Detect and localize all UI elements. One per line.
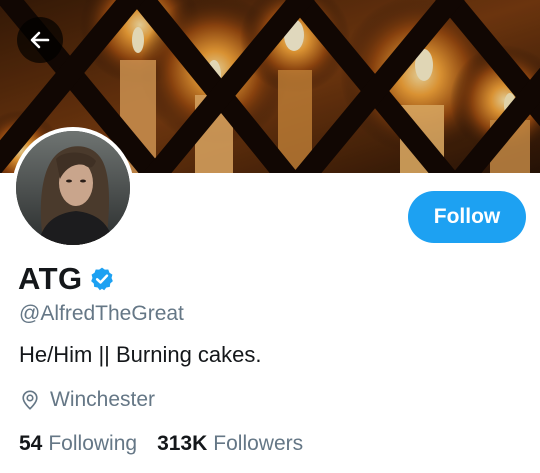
- followers-link[interactable]: 313K Followers: [157, 432, 303, 456]
- follow-stats: 54 Following 313K Followers: [19, 432, 323, 456]
- user-handle: @AlfredTheGreat: [19, 302, 184, 325]
- following-count: 54: [19, 432, 43, 455]
- location-pin-icon: [19, 389, 41, 411]
- location-text: Winchester: [50, 388, 156, 411]
- arrow-left-icon: [30, 31, 50, 49]
- followers-label: Followers: [213, 432, 304, 455]
- avatar-image: [16, 131, 130, 245]
- display-name-row: ATG: [18, 259, 115, 299]
- avatar[interactable]: [12, 127, 134, 249]
- followers-count: 313K: [157, 432, 208, 455]
- following-link[interactable]: 54 Following: [19, 432, 137, 456]
- display-name: ATG: [18, 261, 83, 296]
- profile-page: Follow ATG @AlfredTheGreat He/Him || Bur…: [0, 0, 540, 473]
- profile-location: Winchester: [19, 388, 155, 412]
- verified-badge-icon: [89, 266, 115, 292]
- back-button[interactable]: [17, 17, 63, 63]
- profile-bio: He/Him || Burning cakes.: [19, 342, 262, 367]
- following-label: Following: [48, 432, 138, 455]
- follow-button[interactable]: Follow: [408, 191, 526, 243]
